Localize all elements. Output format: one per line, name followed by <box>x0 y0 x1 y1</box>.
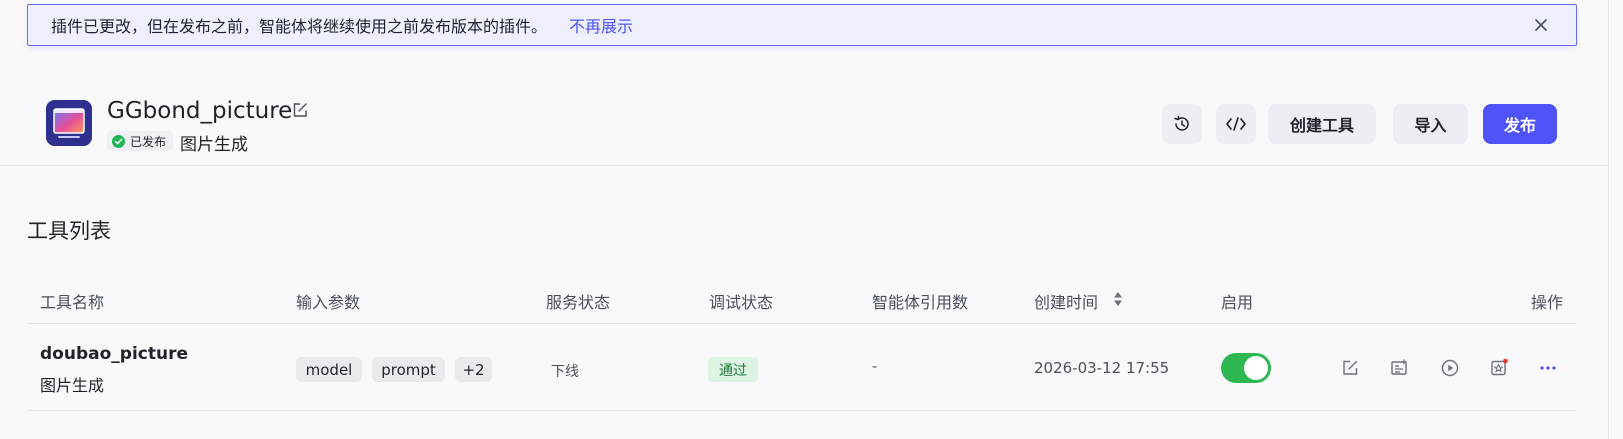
tool-name: doubao_picture <box>40 344 188 364</box>
create-tool-button[interactable]: 创建工具 <box>1268 104 1376 144</box>
play-icon[interactable] <box>1440 358 1460 378</box>
column-header-enabled: 启用 <box>1221 293 1254 312</box>
plugin-description: 图片生成 <box>180 135 248 155</box>
table-row-divider <box>27 410 1577 411</box>
column-header-agent-refs: 智能体引用数 <box>872 293 969 312</box>
params-doc-icon[interactable] <box>1389 358 1409 378</box>
status-label: 已发布 <box>130 134 167 149</box>
favorite-icon[interactable] <box>1489 358 1509 378</box>
column-header-debug-status: 调试状态 <box>709 293 774 312</box>
edit-icon[interactable] <box>291 101 309 119</box>
enable-toggle[interactable] <box>1221 353 1271 383</box>
notice-banner: 插件已更改，但在发布之前，智能体将继续使用之前发布版本的插件。 不再展示 <box>27 4 1577 46</box>
plugin-detail-page: 插件已更改，但在发布之前，智能体将继续使用之前发布版本的插件。 不再展示 GGb… <box>0 0 1623 439</box>
column-header-actions: 操作 <box>1531 293 1564 312</box>
debug-status-badge: 通过 <box>708 357 758 382</box>
tool-description: 图片生成 <box>40 376 105 395</box>
history-icon <box>1174 115 1189 131</box>
history-button[interactable] <box>1162 104 1202 144</box>
more-icon[interactable] <box>1538 358 1558 378</box>
plugin-image-icon <box>46 100 92 146</box>
created-at: 2026-03-12 17:55 <box>1034 359 1170 377</box>
column-header-name: 工具名称 <box>40 293 105 312</box>
section-title: 工具列表 <box>27 219 111 243</box>
param-tag: model <box>296 357 362 382</box>
code-icon <box>1226 117 1246 131</box>
close-icon[interactable] <box>1532 16 1550 34</box>
edit-icon[interactable] <box>1340 358 1360 378</box>
column-header-service-status: 服务状态 <box>546 293 611 312</box>
plugin-name: GGbond_picture <box>107 98 293 124</box>
banner-message: 插件已更改，但在发布之前，智能体将继续使用之前发布版本的插件。 <box>51 17 548 36</box>
dismiss-forever-link[interactable]: 不再展示 <box>569 13 633 37</box>
param-more-tag[interactable]: +2 <box>455 357 492 382</box>
agent-ref-count: - <box>872 359 878 375</box>
service-status: 下线 <box>551 364 579 380</box>
toggle-knob <box>1244 356 1268 380</box>
publish-button[interactable]: 发布 <box>1483 104 1557 144</box>
sort-icon[interactable] <box>1112 290 1124 308</box>
code-button[interactable] <box>1216 104 1256 144</box>
published-status-badge: 已发布 <box>107 131 174 151</box>
column-header-created-at[interactable]: 创建时间 <box>1034 289 1098 313</box>
import-button[interactable]: 导入 <box>1393 104 1468 144</box>
header-divider <box>0 165 1608 166</box>
column-header-params: 输入参数 <box>296 293 361 312</box>
param-tag: prompt <box>372 357 445 382</box>
check-circle-icon <box>112 134 125 148</box>
table-header-divider <box>27 323 1577 324</box>
panel-border <box>1608 0 1609 439</box>
